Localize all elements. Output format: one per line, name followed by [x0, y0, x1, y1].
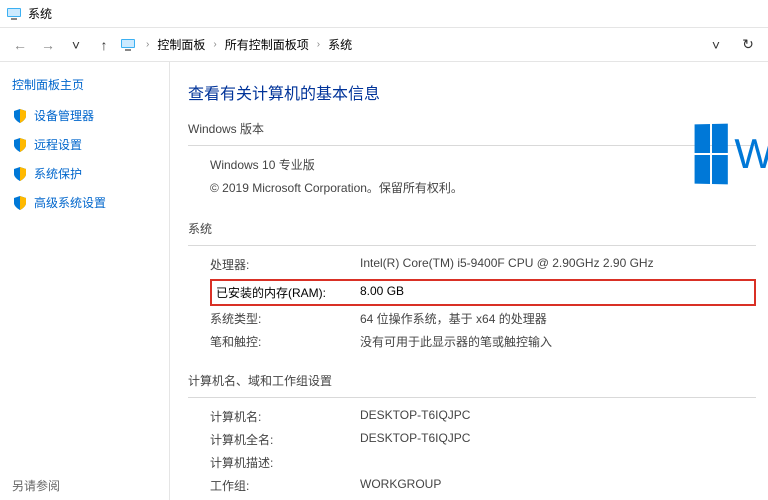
shield-icon	[12, 108, 28, 124]
windows-logo-text: W	[734, 130, 768, 178]
divider	[188, 245, 756, 246]
pen-touch-value: 没有可用于此显示器的笔或触控输入	[360, 333, 756, 350]
main-content: 查看有关计算机的基本信息 W Windows 版本 Windows 10 专业版…	[170, 62, 768, 500]
section-computer-name: 计算机名、域和工作组设置	[188, 372, 756, 389]
crumb-control-panel[interactable]: 控制面板	[157, 36, 205, 53]
up-button[interactable]: ↑	[92, 33, 116, 57]
processor-value: Intel(R) Core(TM) i5-9400F CPU @ 2.90GHz…	[360, 256, 756, 273]
sidebar-item-device-manager[interactable]: 设备管理器	[12, 107, 157, 124]
divider	[188, 397, 756, 398]
sidebar-item-system-protection[interactable]: 系统保护	[12, 165, 157, 182]
computer-desc-label: 计算机描述:	[210, 454, 360, 471]
system-type-value: 64 位操作系统，基于 x64 的处理器	[360, 310, 756, 327]
system-type-label: 系统类型:	[210, 310, 360, 327]
breadcrumb: › 控制面板 › 所有控制面板项 › 系统	[144, 36, 700, 53]
section-windows-edition: Windows 版本	[188, 120, 756, 137]
computer-desc-value	[360, 454, 756, 471]
processor-label: 处理器:	[210, 256, 360, 273]
edition-value: Windows 10 专业版	[210, 156, 315, 173]
recent-dropdown[interactable]: ˅	[64, 33, 88, 57]
sidebar-item-label: 远程设置	[34, 136, 82, 153]
copyright-text: © 2019 Microsoft Corporation。保留所有权利。	[210, 179, 463, 196]
sidebar: 控制面板主页 设备管理器 远程设置 系统保护 高级系统设置 另请参阅	[0, 62, 170, 500]
chevron-right-icon: ›	[146, 39, 149, 50]
divider	[188, 145, 756, 146]
computer-name-value: DESKTOP-T6IQJPC	[360, 408, 756, 425]
workgroup-value: WORKGROUP	[360, 477, 756, 494]
ram-highlight: 已安装的内存(RAM): 8.00 GB	[210, 279, 756, 306]
sidebar-item-remote-settings[interactable]: 远程设置	[12, 136, 157, 153]
ram-label: 已安装的内存(RAM):	[216, 284, 360, 301]
title-bar: 系统	[0, 0, 768, 28]
page-heading: 查看有关计算机的基本信息	[188, 80, 756, 104]
sidebar-item-label: 高级系统设置	[34, 194, 106, 211]
see-also-heading: 另请参阅	[12, 477, 60, 494]
chevron-right-icon: ›	[317, 39, 320, 50]
sidebar-item-advanced-settings[interactable]: 高级系统设置	[12, 194, 157, 211]
breadcrumb-icon	[120, 37, 136, 53]
shield-icon	[12, 195, 28, 211]
sidebar-item-label: 系统保护	[34, 165, 82, 182]
window-title: 系统	[28, 5, 52, 22]
crumb-system[interactable]: 系统	[328, 36, 352, 53]
nav-bar: ← → ˅ ↑ › 控制面板 › 所有控制面板项 › 系统 ˅ ↻	[0, 28, 768, 62]
section-system: 系统	[188, 220, 756, 237]
app-icon	[6, 6, 22, 22]
pen-touch-label: 笔和触控:	[210, 333, 360, 350]
forward-button[interactable]: →	[36, 33, 60, 57]
back-button[interactable]: ←	[8, 33, 32, 57]
windows-logo: W	[694, 114, 768, 194]
workgroup-label: 工作组:	[210, 477, 360, 494]
sidebar-item-label: 设备管理器	[34, 107, 94, 124]
ram-value: 8.00 GB	[360, 284, 404, 301]
address-dropdown[interactable]: ˅	[704, 33, 728, 57]
refresh-button[interactable]: ↻	[736, 33, 760, 57]
crumb-all-items[interactable]: 所有控制面板项	[225, 36, 309, 53]
computer-fullname-value: DESKTOP-T6IQJPC	[360, 431, 756, 448]
computer-fullname-label: 计算机全名:	[210, 431, 360, 448]
shield-icon	[12, 166, 28, 182]
control-panel-home-link[interactable]: 控制面板主页	[12, 76, 157, 93]
chevron-right-icon: ›	[213, 39, 216, 50]
shield-icon	[12, 137, 28, 153]
computer-name-label: 计算机名:	[210, 408, 360, 425]
